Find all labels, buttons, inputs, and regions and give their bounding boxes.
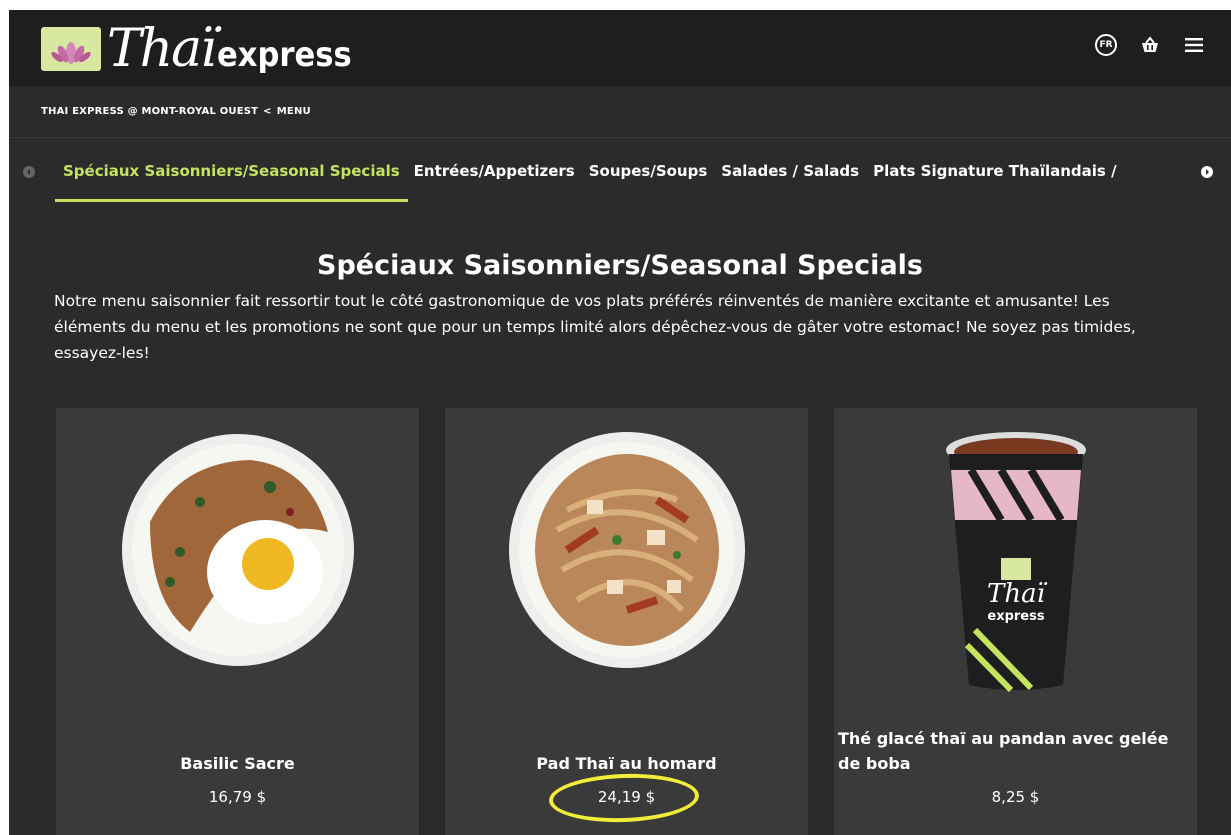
tab-soups[interactable]: Soupes/Soups <box>589 162 708 202</box>
breadcrumb-separator: < <box>263 106 272 117</box>
svg-text:Thaï: Thaï <box>987 579 1048 609</box>
logo[interactable]: Thaï express <box>41 18 366 80</box>
tab-appetizers[interactable]: Entrées/Appetizers <box>414 162 575 202</box>
breadcrumb-current: MENU <box>276 106 311 117</box>
category-tabs: Spéciaux Saisonniers/Seasonal Specials E… <box>9 138 1231 206</box>
pad-thai-image <box>508 432 745 668</box>
header-actions: FR <box>1095 34 1205 56</box>
section-description: Notre menu saisonnier fait ressortir tou… <box>54 292 1136 362</box>
tab-list: Spéciaux Saisonniers/Seasonal Specials E… <box>55 162 1117 202</box>
rice-bowl-image <box>121 434 354 666</box>
cart-icon[interactable] <box>1139 34 1161 56</box>
section-title: Spéciaux Saisonniers/Seasonal Specials <box>317 250 923 281</box>
item-name: Thé glacé thaï au pandan avec gelée de b… <box>838 729 1169 773</box>
tab-seasonal-specials[interactable]: Spéciaux Saisonniers/Seasonal Specials <box>55 162 408 202</box>
hamburger-menu-icon[interactable] <box>1183 34 1205 56</box>
item-name: Basilic Sacre <box>180 754 295 773</box>
price-highlight-circle <box>548 771 700 825</box>
menu-item-card[interactable]: Basilic Sacre 16,79 $ <box>56 408 419 835</box>
page: Thaï express FR THAI EXPRESS @ MONT-ROYA… <box>9 10 1231 835</box>
lotus-logo-icon <box>41 27 101 71</box>
menu-item-card[interactable]: Pad Thaï au homard 24,19 $ <box>445 408 808 835</box>
item-price: 16,79 $ <box>208 788 267 806</box>
logo-express-text: express <box>216 35 352 75</box>
scroll-right-icon[interactable] <box>1201 166 1213 178</box>
breadcrumb: THAI EXPRESS @ MONT-ROYAL OUEST < MENU <box>9 86 1231 138</box>
breadcrumb-location-link[interactable]: THAI EXPRESS @ MONT-ROYAL OUEST <box>41 106 258 117</box>
menu-item-card[interactable]: Thaï express Thé glacé thaï au pandan av… <box>834 408 1197 835</box>
language-button[interactable]: FR <box>1095 34 1117 56</box>
item-name: Pad Thaï au homard <box>536 754 717 773</box>
item-price: 8,25 $ <box>991 788 1040 806</box>
iced-tea-cup-image: Thaï express <box>945 432 1086 692</box>
tab-salads[interactable]: Salades / Salads <box>721 162 859 202</box>
scroll-left-icon[interactable] <box>23 166 35 178</box>
logo-script-text: Thaï <box>107 19 217 79</box>
site-header: Thaï express FR <box>9 10 1231 86</box>
tab-signature-thai[interactable]: Plats Signature Thaïlandais / <box>873 162 1116 202</box>
svg-text:express: express <box>987 609 1044 624</box>
